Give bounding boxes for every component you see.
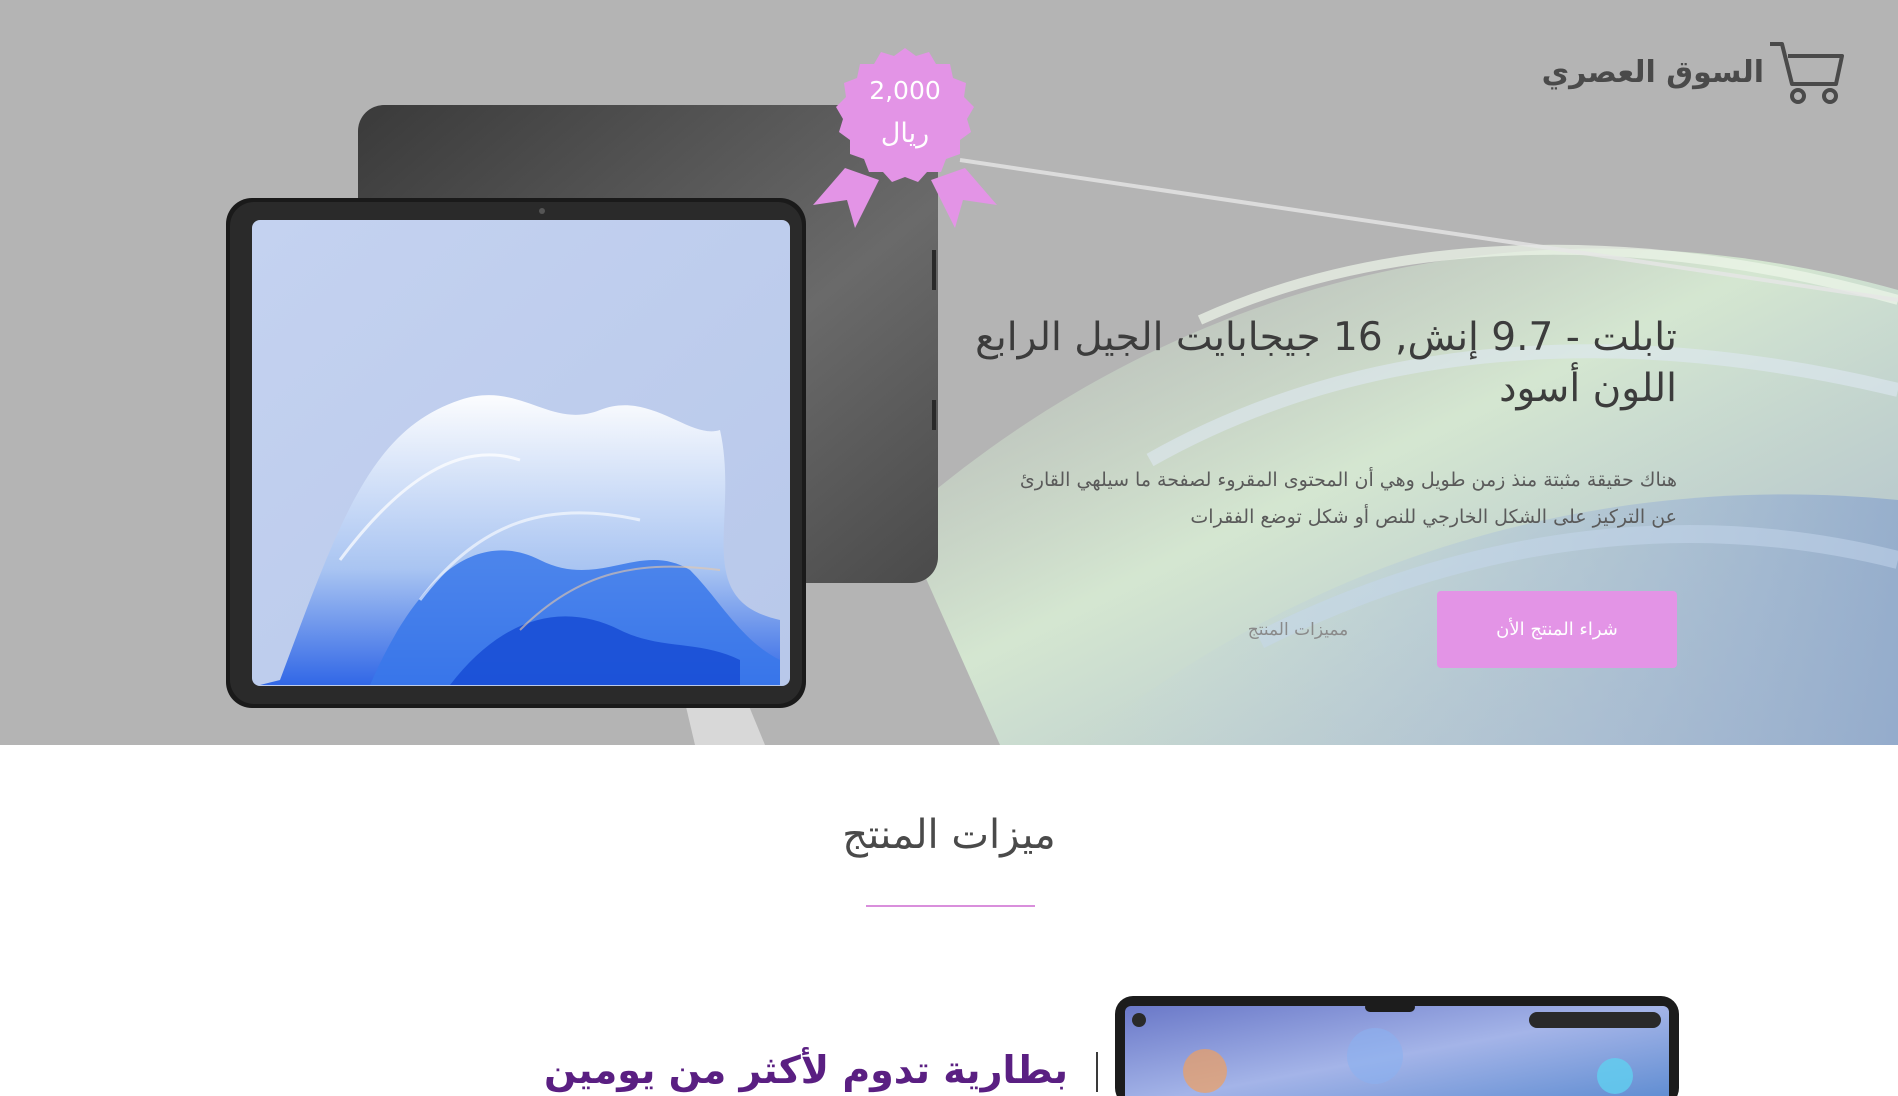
cart-icon <box>1770 42 1844 104</box>
price-amount: 2,000 <box>869 76 941 105</box>
features-section-title: ميزات المنتج <box>842 812 1056 858</box>
price-currency: ريال <box>880 118 930 149</box>
title-underline-divider <box>866 905 1035 907</box>
product-description: هناك حقيقة مثبتة منذ زمن طويل وهي أن الم… <box>877 462 1677 536</box>
product-description-line2: عن التركيز على الشكل الخارجي للنص أو شكل… <box>1190 506 1677 528</box>
feature-tablet-image <box>1115 996 1679 1096</box>
product-description-line1: هناك حقيقة مثبتة منذ زمن طويل وهي أن الم… <box>1019 469 1677 491</box>
product-title-line1: تابلت - 9.7 إنش, 16 جيجابايت الجيل الراب… <box>975 315 1677 360</box>
product-features-link[interactable]: مميزات المنتج <box>1218 605 1378 655</box>
product-title-line2: اللون أسود <box>1499 366 1677 411</box>
feature-vertical-divider <box>1096 1052 1098 1092</box>
feature-heading: بطارية تدوم لأكثر من يومين <box>544 1048 1068 1092</box>
price-badge: 2,000 ريال <box>805 40 1005 230</box>
hero-banner: السوق العصري 2,000 ريال تابلت - 9.7 إنش,… <box>0 0 1898 745</box>
site-logo-text: السوق العصري <box>1541 54 1764 90</box>
buy-now-button[interactable]: شراء المنتج الأن <box>1437 591 1677 668</box>
product-title: تابلت - 9.7 إنش, 16 جيجابايت الجيل الراب… <box>917 312 1677 414</box>
site-logo[interactable]: السوق العصري <box>1542 38 1846 106</box>
